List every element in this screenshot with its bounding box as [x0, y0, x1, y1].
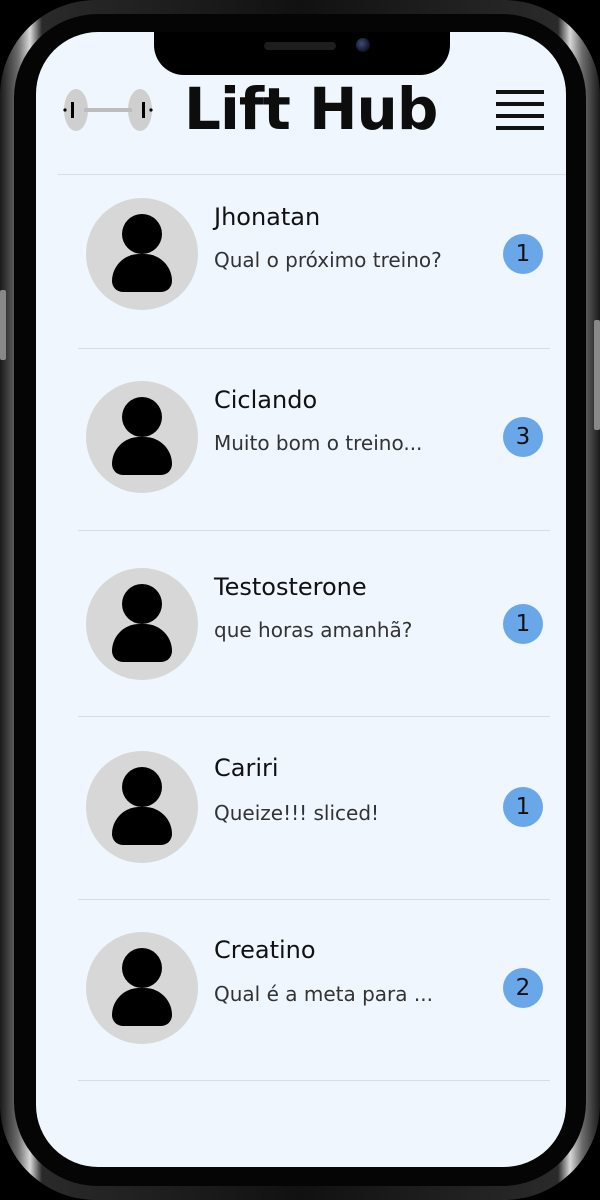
chat-item-cariri[interactable]: Cariri Queize!!! sliced! 1: [36, 717, 566, 899]
chat-preview: Muito bom o treino...: [214, 431, 423, 455]
avatar: [86, 568, 198, 680]
chat-name: Creatino: [214, 936, 316, 964]
avatar: [86, 198, 198, 310]
phone-frame: Lift Hub Jhonatan Qual o próximo treino?…: [0, 0, 600, 1200]
hamburger-menu-icon[interactable]: [494, 90, 546, 132]
chat-name: Testosterone: [214, 573, 367, 601]
unread-badge: 1: [503, 234, 543, 274]
avatar: [86, 932, 198, 1044]
chat-name: Cariri: [214, 754, 279, 782]
chat-item-jhonatan[interactable]: Jhonatan Qual o próximo treino? 1: [36, 175, 566, 357]
chat-name: Jhonatan: [214, 203, 321, 231]
app-header: Lift Hub: [36, 72, 566, 172]
person-icon: [122, 767, 162, 807]
dumbbell-icon: [63, 89, 153, 131]
avatar: [86, 751, 198, 863]
app-title: Lift Hub: [184, 75, 438, 143]
unread-badge: 1: [503, 604, 543, 644]
side-button-right: [594, 320, 600, 430]
speaker-grille: [264, 42, 336, 50]
unread-badge: 1: [503, 787, 543, 827]
chat-item-ciclando[interactable]: Ciclando Muito bom o treino... 3: [36, 349, 566, 531]
person-icon: [122, 397, 162, 437]
side-button-left: [0, 290, 6, 360]
unread-badge: 2: [503, 968, 543, 1008]
chat-preview: Qual o próximo treino?: [214, 248, 442, 272]
notch: [154, 32, 450, 75]
chat-name: Ciclando: [214, 386, 318, 414]
person-icon: [122, 584, 162, 624]
chat-preview: Queize!!! sliced!: [214, 801, 380, 825]
person-icon: [122, 948, 162, 988]
front-camera: [356, 38, 370, 52]
chat-preview: que horas amanhã?: [214, 618, 413, 642]
person-icon: [122, 214, 162, 254]
chat-item-testosterone[interactable]: Testosterone que horas amanhã? 1: [36, 531, 566, 713]
chat-preview: Qual é a meta para ...: [214, 982, 433, 1006]
unread-badge: 3: [503, 417, 543, 457]
chat-item-creatino[interactable]: Creatino Qual é a meta para ... 2: [36, 900, 566, 1082]
app-screen: Lift Hub Jhonatan Qual o próximo treino?…: [36, 32, 566, 1167]
list-divider: [78, 1080, 550, 1081]
avatar: [86, 381, 198, 493]
